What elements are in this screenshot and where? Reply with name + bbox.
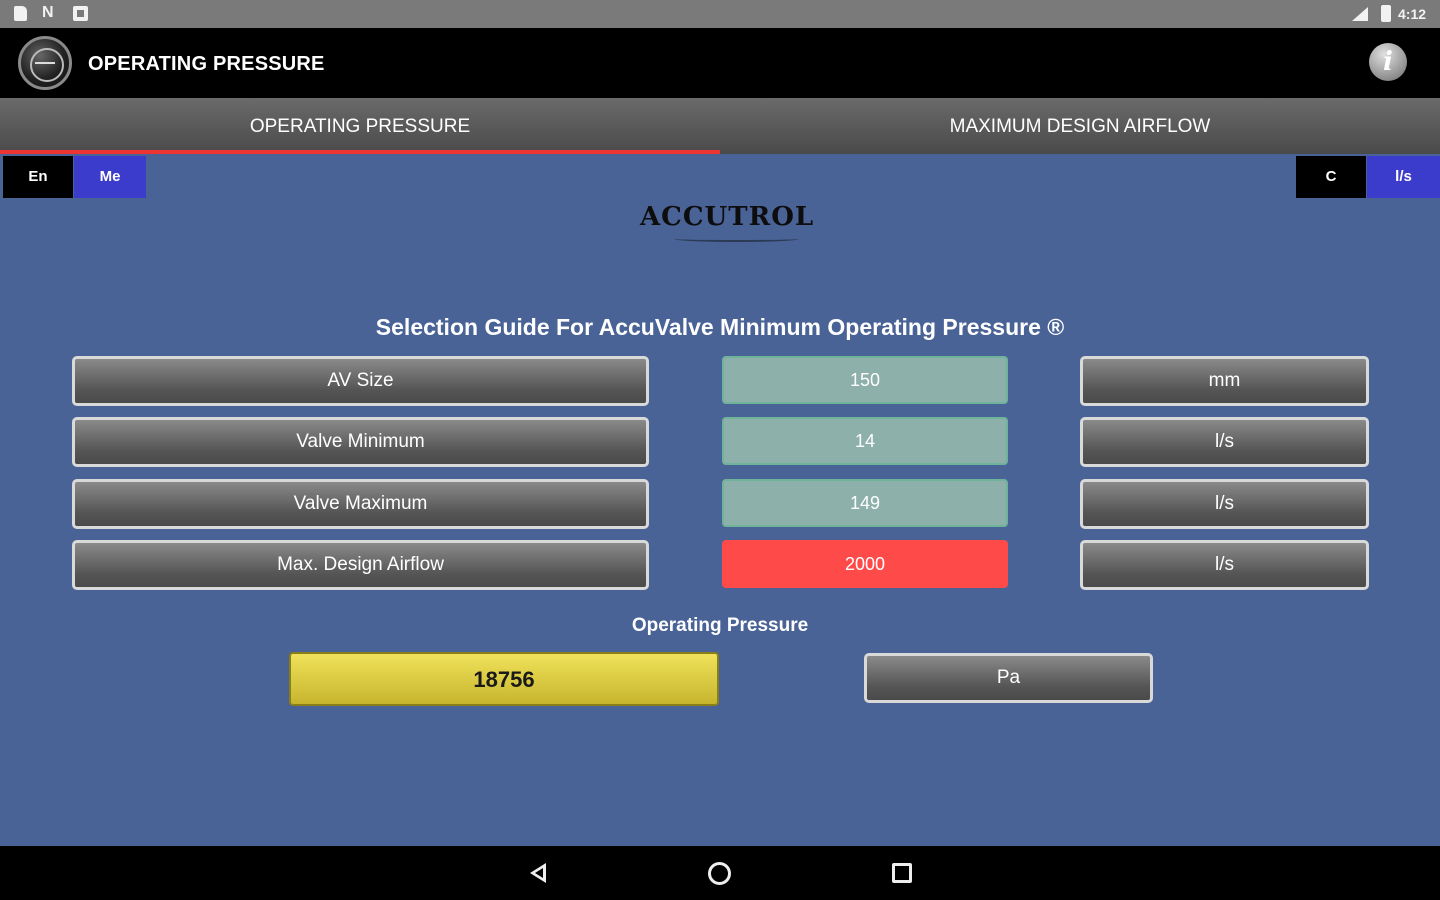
valve-minimum-button[interactable]: Valve Minimum (72, 417, 649, 467)
valve-minimum-unit-button[interactable]: l/s (1080, 417, 1369, 467)
app-bar: OPERATING PRESSURE i (0, 28, 1440, 98)
toggle-liters-per-second[interactable]: l/s (1367, 156, 1440, 198)
tab-operating-pressure[interactable]: OPERATING PRESSURE (0, 98, 720, 154)
battery-icon (1381, 5, 1391, 22)
app-title: OPERATING PRESSURE (88, 53, 325, 75)
av-size-unit-button[interactable]: mm (1080, 356, 1369, 406)
tab-indicator (0, 150, 720, 154)
valve-maximum-button[interactable]: Valve Maximum (72, 479, 649, 529)
back-icon[interactable] (530, 863, 546, 883)
max-design-airflow-button[interactable]: Max. Design Airflow (72, 540, 649, 590)
operating-pressure-unit-button[interactable]: Pa (864, 653, 1153, 703)
clipboard-icon (14, 6, 27, 21)
valve-minimum-value[interactable]: 14 (722, 417, 1008, 465)
av-size-value[interactable]: 150 (722, 356, 1008, 404)
navigation-bar (0, 846, 1440, 900)
guide-title: Selection Guide For AccuValve Minimum Op… (375, 314, 1065, 340)
home-icon[interactable] (708, 862, 731, 885)
n-icon: N (42, 4, 54, 21)
info-icon[interactable]: i (1369, 43, 1407, 81)
max-design-airflow-input[interactable]: 2000 (722, 540, 1008, 588)
toggle-c[interactable]: C (1296, 156, 1366, 198)
status-bar: N 4:12 (0, 0, 1440, 28)
gauge-icon (18, 36, 72, 90)
max-design-airflow-unit-button[interactable]: l/s (1080, 540, 1369, 590)
recent-apps-icon[interactable] (892, 863, 912, 883)
toggle-english[interactable]: En (3, 156, 73, 198)
valve-maximum-unit-button[interactable]: l/s (1080, 479, 1369, 529)
av-size-button[interactable]: AV Size (72, 356, 649, 406)
valve-maximum-value[interactable]: 149 (722, 479, 1008, 527)
accutrol-logo: ACCUTROL (640, 198, 813, 262)
operating-pressure-label: Operating Pressure (631, 615, 809, 636)
swoosh-icon (674, 236, 799, 242)
signal-icon (1352, 7, 1368, 21)
operating-pressure-value: 18756 (289, 652, 719, 706)
tab-bar: OPERATING PRESSURE MAXIMUM DESIGN AIRFLO… (0, 98, 1440, 154)
tab-maximum-design-airflow[interactable]: MAXIMUM DESIGN AIRFLOW (720, 98, 1440, 154)
brand-name: ACCUTROL (640, 202, 815, 232)
toggle-metric[interactable]: Me (74, 156, 146, 198)
square-notification-icon (73, 6, 88, 21)
status-time: 4:12 (1398, 6, 1427, 22)
